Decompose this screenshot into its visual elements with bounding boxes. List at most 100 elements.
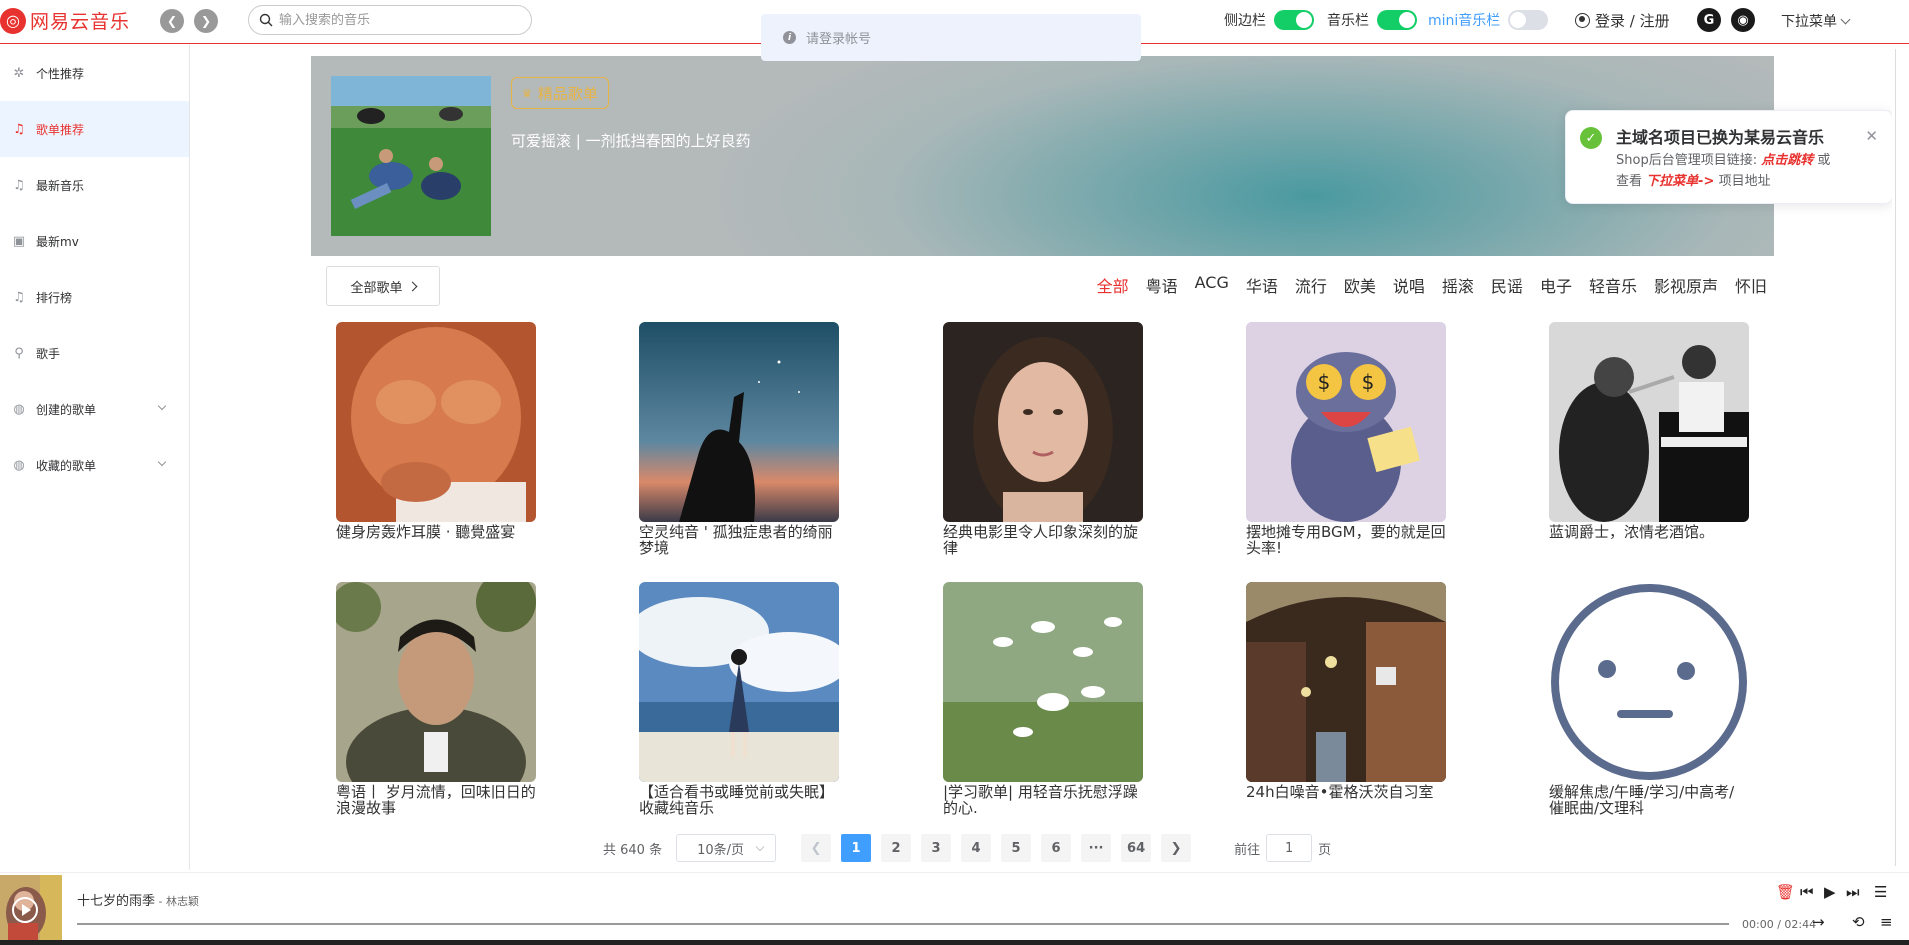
playlist-title[interactable]: 粤语丨 岁月流情，回味旧日的浪漫故事: [336, 784, 536, 816]
forward-button[interactable]: ❯: [194, 9, 218, 33]
playlist-cover[interactable]: [943, 322, 1143, 522]
category-tag[interactable]: 摇滚: [1442, 273, 1474, 297]
category-tag[interactable]: 民谣: [1491, 273, 1523, 297]
trash-icon[interactable]: 🗑: [1776, 883, 1795, 901]
playlist-title[interactable]: 经典电影里令人印象深刻的旋律: [943, 524, 1143, 556]
category-tag[interactable]: 全部: [1097, 273, 1129, 297]
toggle-musicbar[interactable]: 音乐栏: [1327, 10, 1417, 30]
playlist-title[interactable]: 【适合看书或睡觉前或失眠】收藏纯音乐: [639, 784, 839, 816]
all-playlists-button[interactable]: 全部歌单: [326, 266, 440, 306]
playlist-card[interactable]: 健身房轰炸耳膜 · 聽覺盛宴: [336, 322, 536, 540]
musicbar-switch[interactable]: [1377, 10, 1417, 30]
playlist-cover[interactable]: $ $: [1246, 322, 1446, 522]
playlist-title[interactable]: 健身房轰炸耳膜 · 聽覺盛宴: [336, 524, 536, 540]
sequential-play-icon[interactable]: →: [1812, 913, 1825, 931]
banner-cover-image[interactable]: [331, 76, 491, 236]
sidebar-item-personal-recommend[interactable]: ✲ 个性推荐: [0, 45, 189, 101]
page-number[interactable]: 2: [881, 834, 912, 862]
jump-link[interactable]: 点击跳转: [1761, 153, 1813, 168]
playlist-title[interactable]: |学习歌单| 用轻音乐抚慰浮躁的心.: [943, 784, 1143, 816]
sidebar-item-charts[interactable]: ♫ 排行榜: [0, 269, 189, 325]
sidebar-item-playlist-recommend[interactable]: ♫ 歌单推荐: [0, 101, 189, 157]
toggle-mini-musicbar[interactable]: mini音乐栏: [1428, 10, 1549, 30]
chevron-down-icon: [157, 457, 167, 467]
play-overlay-icon[interactable]: [12, 897, 38, 923]
page-number[interactable]: 6: [1041, 834, 1072, 862]
sidebar-item-label: 最新mv: [36, 234, 79, 249]
playlist-card[interactable]: $ $ 摆地摊专用BGM，要的就是回头率!: [1246, 322, 1446, 556]
playlist-cover[interactable]: [943, 582, 1143, 782]
gitee-icon[interactable]: G: [1697, 8, 1721, 32]
page-jump-input[interactable]: 1: [1266, 834, 1313, 862]
playlist-menu-icon[interactable]: ☰: [1874, 883, 1887, 901]
dropdown-link[interactable]: 下拉菜单->: [1646, 174, 1714, 189]
next-track-icon[interactable]: ⏭: [1846, 883, 1860, 901]
prev-page-button[interactable]: ❮: [801, 834, 832, 862]
category-tag[interactable]: 粤语: [1146, 273, 1178, 297]
page-number[interactable]: 4: [961, 834, 992, 862]
play-icon[interactable]: ▶: [1824, 883, 1836, 901]
next-page-button[interactable]: ❯: [1161, 834, 1192, 862]
premium-playlist-tag[interactable]: ♛ 精品歌单: [511, 77, 609, 109]
app-logo[interactable]: ◎ 网易云音乐: [0, 7, 130, 34]
category-tag[interactable]: 影视原声: [1654, 273, 1718, 297]
playlist-card[interactable]: 蓝调爵士，浓情老酒馆。: [1549, 322, 1749, 540]
playlist-card[interactable]: 经典电影里令人印象深刻的旋律: [943, 322, 1143, 556]
progress-bar[interactable]: [77, 923, 1729, 925]
github-icon[interactable]: ◉: [1731, 8, 1755, 32]
playlist-cover[interactable]: [639, 322, 839, 522]
previous-track-icon[interactable]: ⏮: [1800, 883, 1814, 901]
playlist-cover[interactable]: [336, 582, 536, 782]
category-tag[interactable]: ACG: [1195, 273, 1229, 297]
playlist-card[interactable]: 缓解焦虑/午睡/学习/中高考/催眠曲/文理科: [1549, 582, 1749, 816]
playlist-card[interactable]: 空灵纯音 ' 孤独症患者的绮丽梦境: [639, 322, 839, 556]
category-tag[interactable]: 华语: [1246, 273, 1278, 297]
playlist-card[interactable]: |学习歌单| 用轻音乐抚慰浮躁的心.: [943, 582, 1143, 816]
sidebar-item-new-music[interactable]: ♫ 最新音乐: [0, 157, 189, 213]
repeat-icon[interactable]: ⟲: [1852, 913, 1865, 931]
dropdown-menu[interactable]: 下拉菜单: [1781, 11, 1851, 31]
now-playing-cover[interactable]: [0, 875, 62, 941]
page-number[interactable]: 5: [1001, 834, 1032, 862]
queue-list-icon[interactable]: ≡: [1880, 913, 1893, 931]
sidebar-item-collected-playlists[interactable]: ◍ 收藏的歌单: [0, 437, 189, 493]
category-tag[interactable]: 电子: [1540, 273, 1572, 297]
playlist-cover[interactable]: [1246, 582, 1446, 782]
sidebar-switch[interactable]: [1274, 10, 1314, 30]
scrollbar-thumb[interactable]: [1895, 49, 1905, 866]
playlist-title[interactable]: 24h白噪音•霍格沃茨自习室: [1246, 784, 1446, 800]
playlist-cover[interactable]: [1549, 582, 1749, 782]
search-box[interactable]: [248, 5, 532, 35]
page-number[interactable]: 1: [841, 834, 872, 862]
search-input[interactable]: [279, 12, 519, 28]
sidebar-item-artists[interactable]: ⚲ 歌手: [0, 325, 189, 381]
playlist-title[interactable]: 蓝调爵士，浓情老酒馆。: [1549, 524, 1749, 540]
mini-musicbar-switch[interactable]: [1508, 10, 1549, 30]
page-number[interactable]: 3: [921, 834, 952, 862]
playlist-card[interactable]: 【适合看书或睡觉前或失眠】收藏纯音乐: [639, 582, 839, 816]
category-tag[interactable]: 轻音乐: [1589, 273, 1637, 297]
playlist-card[interactable]: 粤语丨 岁月流情，回味旧日的浪漫故事: [336, 582, 536, 816]
page-number[interactable]: 64: [1121, 834, 1152, 862]
playlist-title[interactable]: 空灵纯音 ' 孤独症患者的绮丽梦境: [639, 524, 839, 556]
playlist-cover[interactable]: [1549, 322, 1749, 522]
close-icon[interactable]: ✕: [1865, 127, 1878, 145]
playlist-cover[interactable]: [336, 322, 536, 522]
category-tag[interactable]: 流行: [1295, 273, 1327, 297]
playlist-title[interactable]: 缓解焦虑/午睡/学习/中高考/催眠曲/文理科: [1549, 784, 1749, 816]
category-tag[interactable]: 说唱: [1393, 273, 1425, 297]
more-pages-ellipsis[interactable]: ···: [1081, 834, 1112, 862]
login-register-link[interactable]: 登录 / 注册: [1575, 10, 1670, 31]
playlist-cover[interactable]: [639, 582, 839, 782]
playlist-card[interactable]: 24h白噪音•霍格沃茨自习室: [1246, 582, 1446, 800]
category-tag[interactable]: 欧美: [1344, 273, 1376, 297]
featured-banner[interactable]: ♛ 精品歌单 可爱摇滚 | 一剂抵挡春困的上好良药: [311, 56, 1774, 256]
toggle-sidebar[interactable]: 侧边栏: [1224, 10, 1314, 30]
category-tag[interactable]: 怀旧: [1735, 273, 1767, 297]
sidebar-item-created-playlists[interactable]: ◍ 创建的歌单: [0, 381, 189, 437]
back-button[interactable]: ❮: [160, 9, 184, 33]
playlist-title[interactable]: 摆地摊专用BGM，要的就是回头率!: [1246, 524, 1446, 556]
page-size-select[interactable]: 10条/页: [676, 834, 777, 862]
sidebar-item-new-mv[interactable]: ▣ 最新mv: [0, 213, 189, 269]
page-scrollbar[interactable]: [1892, 45, 1909, 870]
